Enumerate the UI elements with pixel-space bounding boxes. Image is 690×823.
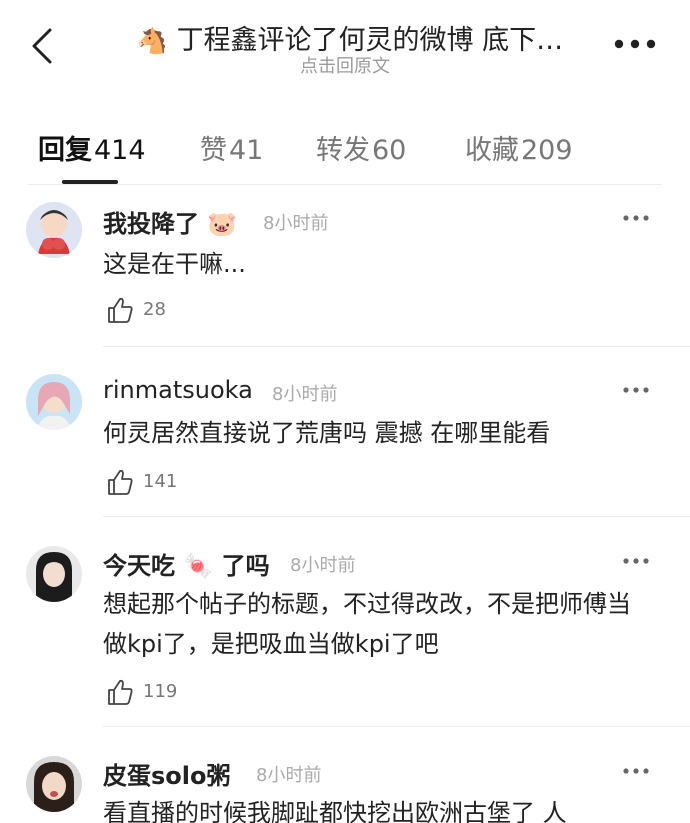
horse-emoji-icon: 🐴 [136,26,168,55]
username-text: 我投降了 [103,210,199,238]
like-count: 28 [143,299,166,320]
tab-likes-count: 41 [229,135,264,166]
avatar[interactable] [26,546,82,602]
thumbs-up-icon [108,469,133,495]
comment-time: 8小时前 [272,384,338,405]
tab-favorites-label: 收藏 [465,135,519,166]
top-bar: 🐴 丁程鑫评论了何灵的微博 底下… 点击回原文 [0,0,690,90]
tab-reposts[interactable]: 转发60 [316,128,406,167]
comment-text: 看直播的时候我脚趾都快挖出欧洲古堡了 人 [103,799,567,823]
comment-more-icon[interactable] [622,557,650,565]
username[interactable]: 我投降了 🐷 [103,204,237,239]
username[interactable]: 今天吃 🍬 了吗 [103,546,270,581]
tab-bar: 回复414 赞41 转发60 收藏209 [0,118,690,188]
tab-reposts-count: 60 [372,135,407,166]
comment-item: 皮蛋solo粥 8小时前 看直播的时候我脚趾都快挖出欧洲古堡了 人 [0,746,690,823]
comment-more-icon[interactable] [622,767,650,775]
divider [28,184,662,185]
tab-likes[interactable]: 赞41 [200,128,263,167]
comment-text: 想起那个帖子的标题，不过得改改，不是把师傅当做kpi了，是把吸血当做kpi了吧 [103,590,631,658]
comment-item: 我投降了 🐷 8小时前 这是在干嘛... 28 [0,196,690,346]
view-original-link[interactable]: 点击回原文 [0,52,690,78]
tab-replies-count: 414 [94,135,146,166]
thumbs-up-icon [108,679,133,705]
comment-item: rinmatsuoka 8小时前 何灵居然直接说了荒唐吗 震撼 在哪里能看 14… [0,366,690,526]
divider [103,726,690,727]
avatar[interactable] [26,756,82,812]
divider [103,346,690,347]
avatar[interactable] [26,202,82,258]
username-text: rinmatsuoka [103,376,253,404]
username-suffix: 了吗 [221,552,270,580]
tab-reposts-label: 转发 [316,135,370,166]
tab-replies[interactable]: 回复414 [38,128,146,167]
tab-favorites[interactable]: 收藏209 [465,128,573,167]
candy-emoji-icon: 🍬 [183,552,214,580]
pig-emoji-icon: 🐷 [207,210,238,238]
comment-time: 8小时前 [290,555,356,576]
username-text: 皮蛋solo粥 [103,762,231,790]
like-count: 119 [143,681,178,702]
tab-favorites-count: 209 [521,135,573,166]
comment-time: 8小时前 [256,765,322,786]
comment-more-icon[interactable] [622,386,650,394]
username-text: 今天吃 [103,552,175,580]
like-count: 141 [143,471,178,492]
thumbs-up-icon [108,297,133,323]
comment-item: 今天吃 🍬 了吗 8小时前 想起那个帖子的标题，不过得改改，不是把师傅当做kpi… [0,536,690,726]
comment-text: 这是在干嘛... [103,250,246,278]
comment-text: 何灵居然直接说了荒唐吗 震撼 在哪里能看 [103,419,551,447]
avatar[interactable] [26,374,82,430]
divider [103,516,690,517]
username[interactable]: 皮蛋solo粥 [103,756,231,791]
comment-more-icon[interactable] [622,214,650,222]
username[interactable]: rinmatsuoka [103,376,253,404]
tab-likes-label: 赞 [200,135,227,166]
comment-time: 8小时前 [263,213,329,234]
tab-replies-label: 回复 [38,135,92,166]
more-options-icon[interactable] [612,36,658,52]
